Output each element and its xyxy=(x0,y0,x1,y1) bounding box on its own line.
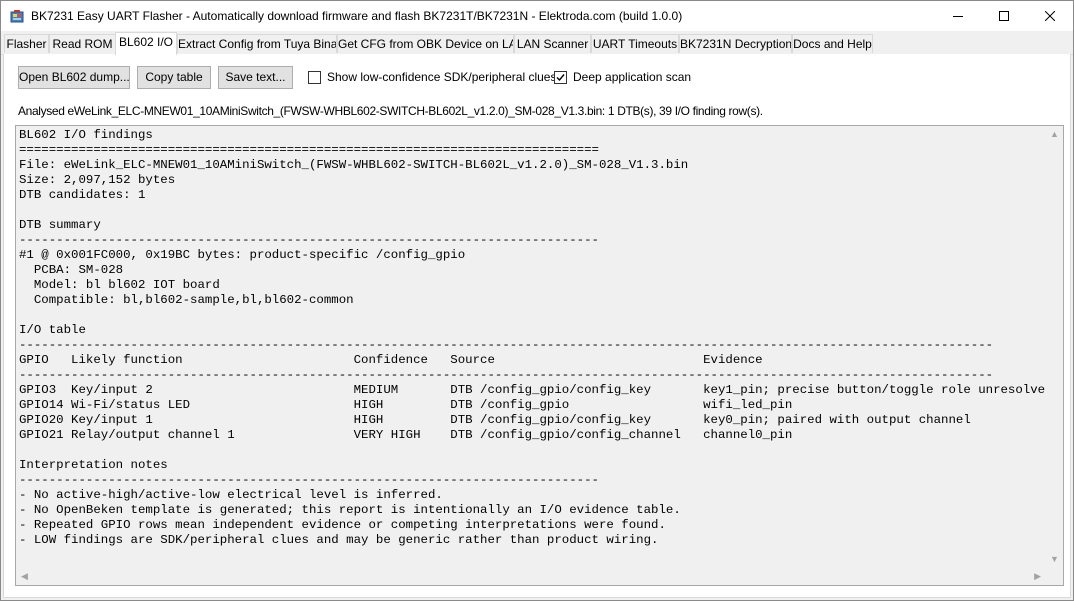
low-confidence-checkbox[interactable] xyxy=(308,71,321,84)
tab-bl602-io[interactable]: BL602 I/O xyxy=(115,32,177,55)
close-icon xyxy=(1045,11,1055,21)
open-dump-button[interactable]: Open BL602 dump... xyxy=(18,66,130,89)
tab-read-rom[interactable]: Read ROM xyxy=(49,34,116,53)
window-title: BK7231 Easy UART Flasher - Automatically… xyxy=(31,9,683,23)
title-bar[interactable]: BK7231 Easy UART Flasher - Automatically… xyxy=(1,1,1073,31)
copy-table-button[interactable]: Copy table xyxy=(137,66,211,89)
deep-scan-label[interactable]: Deep application scan xyxy=(573,70,691,84)
findings-output[interactable]: BL602 I/O findings =====================… xyxy=(15,125,1064,586)
scroll-corner xyxy=(1046,568,1063,585)
checkmark-icon xyxy=(556,74,565,82)
save-text-button[interactable]: Save text... xyxy=(218,66,293,89)
analysis-status: Analysed eWeLink_ELC-MNEW01_10AMiniSwitc… xyxy=(18,104,763,118)
scroll-down-icon[interactable]: ▼ xyxy=(1050,555,1059,564)
minimize-button[interactable] xyxy=(935,1,981,31)
tab-extract-config[interactable]: Extract Config from Tuya Binary xyxy=(177,34,337,53)
deep-scan-checkbox[interactable] xyxy=(554,71,567,84)
bl602-io-panel: Open BL602 dump... Copy table Save text.… xyxy=(3,54,1071,598)
tab-bk7231n-decryption[interactable]: BK7231N Decryption xyxy=(679,34,792,53)
tab-strip: Flasher Read ROM BL602 I/O Extract Confi… xyxy=(1,32,1073,55)
vertical-scrollbar[interactable]: ▲ ▼ xyxy=(1046,126,1063,568)
close-button[interactable] xyxy=(1027,1,1073,31)
scroll-left-icon[interactable]: ◀ xyxy=(21,572,28,581)
horizontal-scrollbar[interactable]: ◀ ▶ xyxy=(16,568,1046,585)
low-confidence-label[interactable]: Show low-confidence SDK/peripheral clues xyxy=(327,70,556,84)
tab-flasher[interactable]: Flasher xyxy=(4,34,49,53)
tab-uart-timeouts[interactable]: UART Timeouts xyxy=(591,34,679,53)
tab-docs-help[interactable]: Docs and Help xyxy=(792,34,873,53)
maximize-button[interactable] xyxy=(981,1,1027,31)
tab-get-cfg-obk[interactable]: Get CFG from OBK Device on LAN xyxy=(337,34,514,53)
findings-text: BL602 I/O findings =====================… xyxy=(19,128,1053,547)
app-window: BK7231 Easy UART Flasher - Automatically… xyxy=(0,0,1074,601)
scroll-right-icon[interactable]: ▶ xyxy=(1034,572,1041,581)
tab-lan-scanner[interactable]: LAN Scanner xyxy=(514,34,591,53)
minimize-icon xyxy=(953,16,963,17)
maximize-icon xyxy=(999,11,1009,21)
app-icon xyxy=(10,10,24,23)
scroll-up-icon[interactable]: ▲ xyxy=(1050,130,1059,139)
